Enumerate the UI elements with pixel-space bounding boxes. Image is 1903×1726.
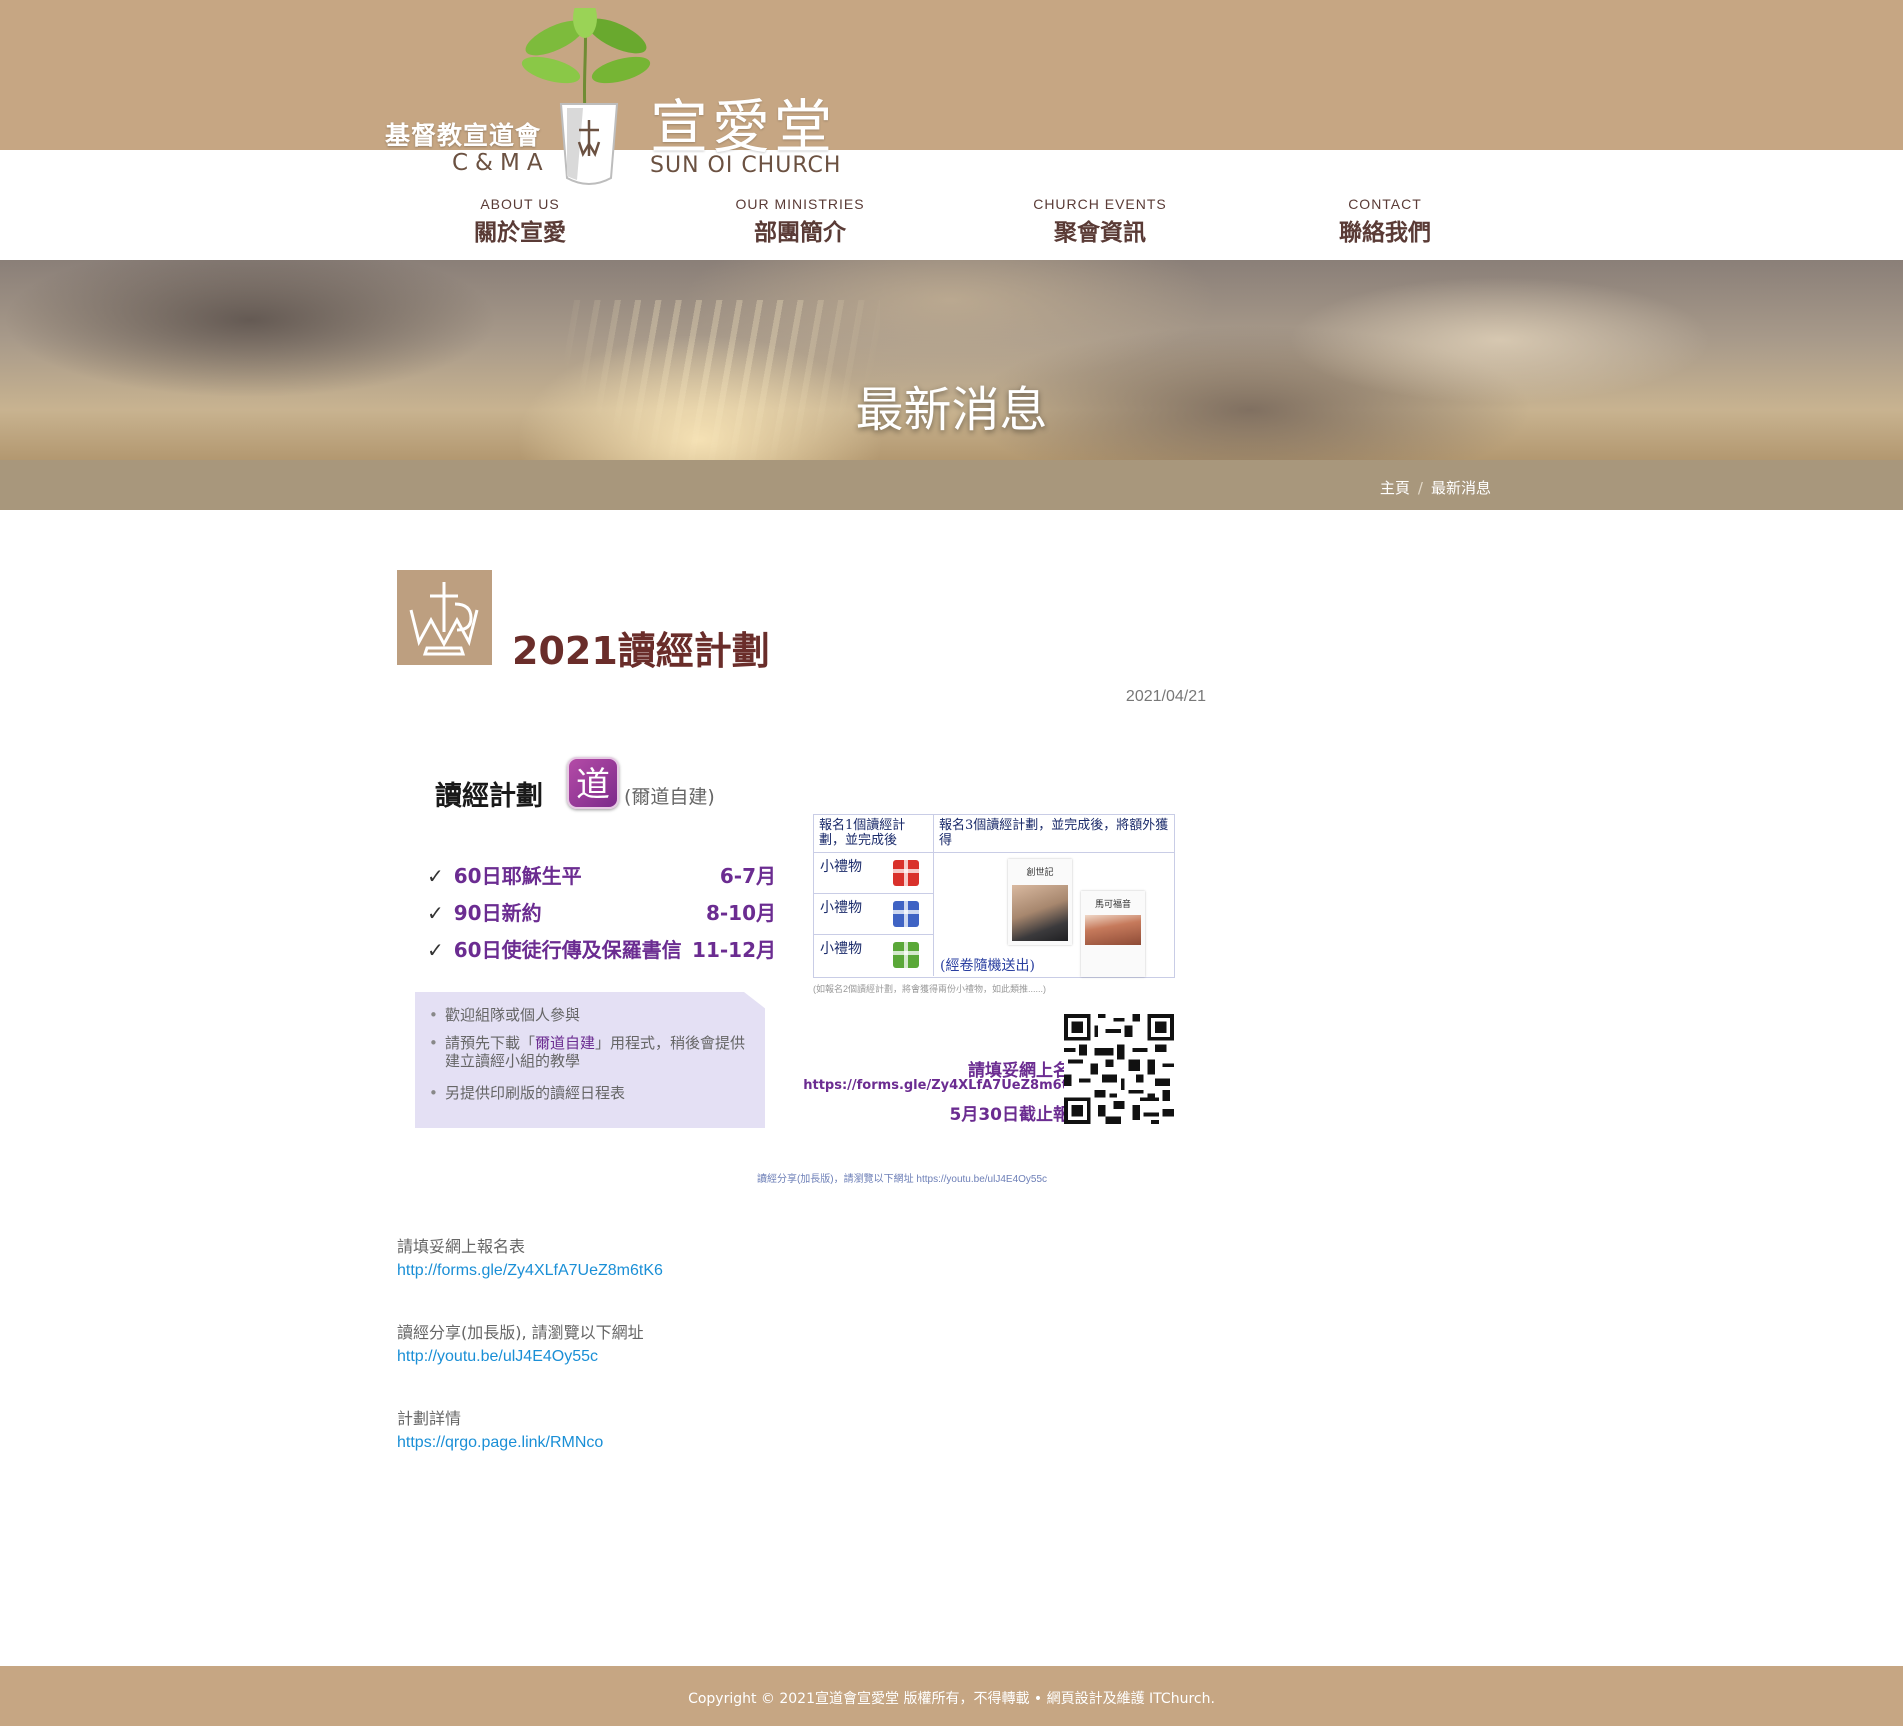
nav-contact-cn: 聯絡我們 <box>1339 220 1431 246</box>
main-nav: ABOUT US 關於宣愛 OUR MINISTRIES 部團簡介 CHURCH… <box>0 196 1903 246</box>
gift-icon <box>893 942 919 968</box>
reward-table-head-2: 報名3個讀經計劃，並完成後，將額外獲得 <box>934 815 1175 853</box>
reward-table: 報名1個讀經計劃，並完成後 報名3個讀經計劃，並完成後，將額外獲得 小禮物 小禮… <box>813 814 1175 978</box>
breadcrumb-bar: 主頁 / 最新消息 <box>0 460 1903 510</box>
note-text-pre: 請預先下載「 <box>445 1034 536 1052</box>
plan-name: 90日新約 <box>453 901 542 925</box>
gift-label: 小禮物 <box>820 900 862 916</box>
poster-notes: 歡迎組隊或個人參與 請預先下載「爾道自建」用程式，稍後會提供建立讀經小組的教學 … <box>415 992 765 1128</box>
plan-item: ✓ 60日使徒行傳及保羅書信 <box>427 934 682 963</box>
page-banner: 最新消息 <box>0 260 1903 460</box>
plan-name: 60日耶穌生平 <box>453 864 582 888</box>
reward-gift-row: 小禮物 <box>814 894 934 935</box>
logo-church-name-en: SUN OI CHURCH <box>650 153 842 178</box>
article-church-logo-icon <box>397 570 492 665</box>
note-text: 請預先下載「爾道自建」用程式，稍後會提供建立讀經小組的教學 <box>429 1034 759 1070</box>
reward-gift-row: 小禮物 <box>814 935 934 976</box>
note-item: 另提供印刷版的讀經日程表 <box>429 1084 759 1102</box>
plan-name: 60日使徒行傳及保羅書信 <box>453 938 682 962</box>
book-title: 馬可福音 <box>1094 900 1131 910</box>
register-deadline: 5月30日截止報名 <box>949 1105 1088 1125</box>
note-text: 另提供印刷版的讀經日程表 <box>445 1084 626 1102</box>
plan-months: 6-7月 <box>719 864 776 888</box>
reward-gift-row: 小禮物 <box>814 853 934 894</box>
poster-app-name: (爾道自建) <box>624 786 715 808</box>
qr-code-icon <box>1064 1014 1174 1124</box>
info-label-register: 請填妥網上報名表 <box>397 1237 526 1256</box>
check-icon: ✓ <box>427 901 444 925</box>
link-share-video[interactable]: http://youtu.be/ulJ4E4Oy55c <box>397 1348 598 1366</box>
book-cover-image <box>1012 885 1068 941</box>
article-date: 2021/04/21 <box>1125 688 1206 705</box>
nav-our-ministries-en: OUR MINISTRIES <box>735 196 865 212</box>
breadcrumb: 主頁 / 最新消息 <box>1380 477 1491 498</box>
breadcrumb-separator: / <box>1417 479 1423 497</box>
page-title: 最新消息 <box>855 382 1048 438</box>
nav-about-us-en: ABOUT US <box>480 196 560 212</box>
note-item: 歡迎組隊或個人參與 <box>429 1006 759 1024</box>
church-logo-icon <box>559 103 619 185</box>
footer-copyright: Copyright © 2021宣道會宣愛堂 版權所有，不得轉載 • 網頁設計及… <box>688 1691 1215 1707</box>
plan-months: 8-10月 <box>705 901 776 925</box>
info-label-details: 計劃詳情 <box>397 1409 462 1428</box>
book-title: 創世記 <box>1026 868 1054 878</box>
breadcrumb-home[interactable]: 主頁 <box>1380 479 1410 497</box>
check-icon: ✓ <box>427 938 444 962</box>
breadcrumb-current: 最新消息 <box>1430 479 1491 497</box>
gift-label: 小禮物 <box>820 859 862 875</box>
book-cover: 創世記 <box>1008 859 1072 945</box>
reading-plan-poster: 讀經計劃 道 (爾道自建) ✓ 60日耶穌生平 6-7月 ✓ 90日新約 8-10月… <box>397 730 1197 1185</box>
nav-church-events-en: CHURCH EVENTS <box>1033 196 1167 212</box>
nav-our-ministries[interactable]: OUR MINISTRIES 部團簡介 <box>735 196 865 247</box>
gift-label: 小禮物 <box>820 941 862 957</box>
plan-item: ✓ 60日耶穌生平 <box>427 860 582 889</box>
nav-contact-en: CONTACT <box>1348 196 1422 212</box>
reward-books: 創世記 馬可福音 (經卷隨機送出) <box>934 853 1175 978</box>
poster-title: 讀經計劃 <box>435 781 543 812</box>
book-cover-image <box>1085 915 1141 945</box>
info-label-share: 讀經分享(加長版), 請瀏覽以下網址 <box>397 1323 644 1342</box>
note-item: 請預先下載「爾道自建」用程式，稍後會提供建立讀經小組的教學 <box>429 1034 759 1070</box>
nav-about-us-cn: 關於宣愛 <box>474 220 566 246</box>
site-logo[interactable]: 基督教宣道會 C&MA 宣愛堂 SUN OI CHURCH <box>385 8 845 188</box>
note-app-name: 爾道自建 <box>535 1034 596 1052</box>
gift-icon <box>893 901 919 927</box>
logo-cn-text: 基督教宣道會 <box>385 121 542 150</box>
note-text: 歡迎組隊或個人參與 <box>445 1006 581 1024</box>
nav-church-events[interactable]: CHURCH EVENTS 聚會資訊 <box>1030 196 1170 247</box>
plan-item: ✓ 90日新約 <box>427 897 542 926</box>
app-icon: 道 <box>567 757 619 809</box>
header-band <box>0 0 1903 150</box>
link-register-form[interactable]: http://forms.gle/Zy4XLfA7UeZ8m6tK6 <box>397 1262 663 1280</box>
reward-footnote: (如報名2個讀經計劃，將會獲得兩份小禮物，如此類推......) <box>813 984 1047 994</box>
plan-months: 11-12月 <box>692 938 776 962</box>
book-cover: 馬可福音 <box>1081 891 1145 977</box>
gift-icon <box>893 860 919 886</box>
nav-church-events-cn: 聚會資訊 <box>1054 220 1146 246</box>
nav-contact[interactable]: CONTACT 聯絡我們 <box>1335 196 1435 247</box>
link-plan-details[interactable]: https://qrgo.page.link/RMNco <box>397 1434 603 1452</box>
logo-church-name: 宣愛堂 <box>650 93 837 161</box>
nav-about-us[interactable]: ABOUT US 關於宣愛 <box>470 196 570 247</box>
logo-en-text: C&MA <box>452 150 550 176</box>
reward-table-head-1: 報名1個讀經計劃，並完成後 <box>814 815 934 853</box>
nav-our-ministries-cn: 部團簡介 <box>754 220 846 246</box>
church-logo-icon <box>409 582 479 656</box>
check-icon: ✓ <box>427 864 444 888</box>
book-note: (經卷隨機送出) <box>940 958 1035 974</box>
poster-share-line: 讀經分享(加長版)，請瀏覽以下網址 https://youtu.be/ulJ4E… <box>756 1174 1048 1185</box>
register-url: https://forms.gle/Zy4XLfA7UeZ8m6tK6 <box>803 1078 1087 1093</box>
article-title: 2021讀經計劃 <box>512 629 770 673</box>
site-footer: Copyright © 2021宣道會宣愛堂 版權所有，不得轉載 • 網頁設計及… <box>0 1666 1903 1726</box>
